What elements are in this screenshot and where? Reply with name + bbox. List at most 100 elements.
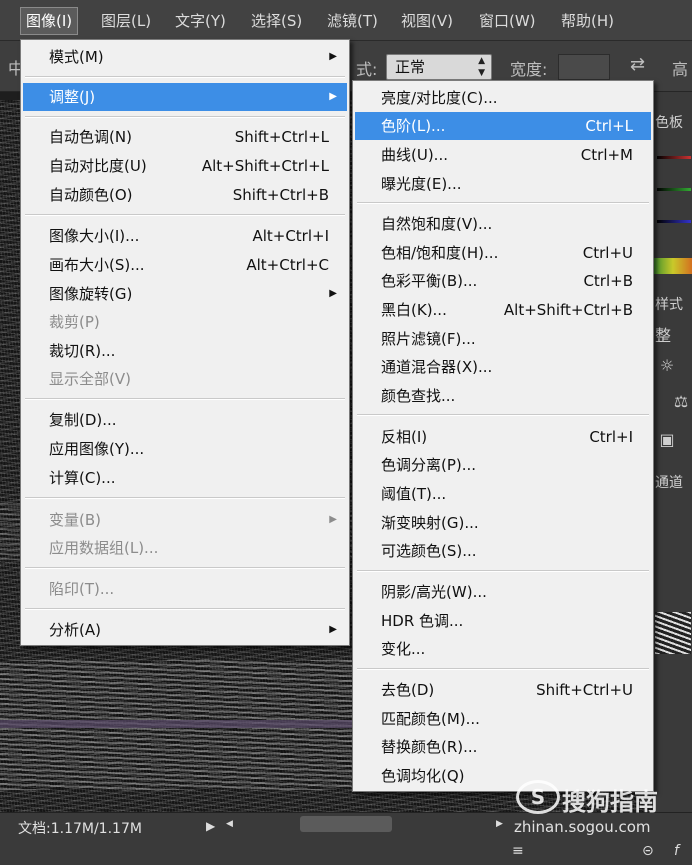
tab-swatches[interactable]: 色板 — [655, 112, 683, 132]
menu-item-label: 裁剪(P) — [49, 313, 100, 331]
menu-item-auto-contrast[interactable]: 自动对比度(U) Alt+Shift+Ctrl+L — [23, 152, 347, 180]
tab-channels[interactable]: 通道 — [655, 472, 683, 492]
menu-item-auto-tone[interactable]: 自动色调(N) Shift+Ctrl+L — [23, 123, 347, 151]
menu-item-label: 亮度/对比度(C)... — [381, 89, 498, 107]
width-input[interactable] — [558, 54, 610, 80]
menu-item-shortcut: Ctrl+U — [582, 244, 633, 262]
panel-menu-icon[interactable]: ≡ — [512, 843, 524, 859]
brightness-icon[interactable]: ☼ — [657, 356, 677, 376]
menu-item-label: 颜色查找... — [381, 387, 456, 405]
menu-view[interactable]: 视图(V) — [396, 8, 458, 34]
menu-item-exposure[interactable]: 曝光度(E)... — [355, 170, 651, 198]
status-menu-arrow-icon[interactable]: ▶ — [206, 819, 215, 833]
menu-item-shortcut: Alt+Ctrl+I — [252, 227, 329, 245]
menu-item-levels[interactable]: 色阶(L)... Ctrl+L — [355, 112, 651, 140]
menu-item-shortcut: Shift+Ctrl+U — [536, 681, 633, 699]
document-size: 文档:1.17M/1.17M — [18, 821, 142, 837]
menu-item-auto-color[interactable]: 自动颜色(O) Shift+Ctrl+B — [23, 181, 347, 209]
watermark-brand: 搜狗指南 — [562, 788, 658, 816]
menu-item-invert[interactable]: 反相(I) Ctrl+I — [355, 423, 651, 451]
menu-item-desaturate[interactable]: 去色(D) Shift+Ctrl+U — [355, 676, 651, 704]
menu-item-calculations[interactable]: 计算(C)... — [23, 464, 347, 492]
menu-item-mode[interactable]: 模式(M) ▶ — [23, 43, 347, 71]
link-icon[interactable]: ⊝ — [642, 843, 654, 859]
menu-window[interactable]: 窗口(W) — [474, 8, 541, 34]
horizontal-scrollbar-thumb[interactable] — [300, 816, 392, 832]
menu-item-image-rotation[interactable]: 图像旋转(G) ▶ — [23, 280, 347, 308]
menu-item-channel-mixer[interactable]: 通道混合器(X)... — [355, 353, 651, 381]
balance-icon[interactable]: ⚖ — [671, 392, 691, 412]
red-slider[interactable] — [657, 156, 691, 159]
menu-item-label: HDR 色调... — [381, 612, 464, 630]
menu-item-brightness-contrast[interactable]: 亮度/对比度(C)... — [355, 84, 651, 112]
swap-icon[interactable]: ⇄ — [630, 54, 645, 75]
menu-separator — [357, 202, 649, 204]
menu-item-color-balance[interactable]: 色彩平衡(B)... Ctrl+B — [355, 267, 651, 295]
menu-item-gradient-map[interactable]: 渐变映射(G)... — [355, 509, 651, 537]
menu-item-variations[interactable]: 变化... — [355, 635, 651, 663]
menu-item-trim[interactable]: 裁切(R)... — [23, 337, 347, 365]
menu-item-apply-image[interactable]: 应用图像(Y)... — [23, 435, 347, 463]
green-slider[interactable] — [657, 188, 691, 191]
menu-item-shortcut: Alt+Ctrl+C — [246, 256, 329, 274]
menu-help[interactable]: 帮助(H) — [556, 8, 619, 34]
menu-item-label: 阴影/高光(W)... — [381, 583, 487, 601]
menu-image[interactable]: 图像(I) — [20, 7, 79, 35]
menu-filter[interactable]: 滤镜(T) — [322, 8, 383, 34]
layer-thumbnail[interactable] — [655, 612, 691, 654]
menu-item-shortcut: Ctrl+M — [580, 146, 633, 164]
select-arrows-icon: ▲ ▼ — [478, 56, 485, 78]
menu-item-hdr-toning[interactable]: HDR 色调... — [355, 607, 651, 635]
menu-item-photo-filter[interactable]: 照片滤镜(F)... — [355, 325, 651, 353]
menu-item-label: 画布大小(S)... — [49, 256, 145, 274]
menu-bar: 图像(I) 图层(L) 文字(Y) 选择(S) 滤镜(T) 视图(V) 窗口(W… — [0, 0, 692, 41]
menu-item-analysis[interactable]: 分析(A) ▶ — [23, 616, 347, 644]
mode-select-value: 正常 — [395, 58, 426, 76]
menu-item-threshold[interactable]: 阈值(T)... — [355, 480, 651, 508]
scroll-left-icon[interactable]: ◀ — [226, 819, 233, 829]
menu-item-image-size[interactable]: 图像大小(I)... Alt+Ctrl+I — [23, 222, 347, 250]
menu-item-match-color[interactable]: 匹配颜色(M)... — [355, 705, 651, 733]
menu-item-shadows-highlights[interactable]: 阴影/高光(W)... — [355, 578, 651, 606]
menu-item-shortcut: Shift+Ctrl+L — [234, 128, 329, 146]
menu-layer[interactable]: 图层(L) — [96, 8, 156, 34]
menu-type[interactable]: 文字(Y) — [170, 8, 231, 34]
menu-item-label: 调整(J) — [49, 88, 96, 106]
menu-item-label: 变量(B) — [49, 511, 101, 529]
menu-item-color-lookup[interactable]: 颜色查找... — [355, 382, 651, 410]
color-ramp[interactable] — [653, 258, 692, 274]
menu-item-label: 匹配颜色(M)... — [381, 710, 480, 728]
scroll-right-icon[interactable]: ▶ — [496, 819, 503, 829]
submenu-arrow-icon: ▶ — [329, 51, 337, 62]
menu-item-curves[interactable]: 曲线(U)... Ctrl+M — [355, 141, 651, 169]
fx-icon[interactable]: f — [674, 843, 679, 859]
menu-item-label: 分析(A) — [49, 621, 101, 639]
menu-item-selective-color[interactable]: 可选颜色(S)... — [355, 537, 651, 565]
menu-separator — [25, 608, 345, 610]
menu-select[interactable]: 选择(S) — [246, 8, 307, 34]
right-panel: 色板 样式 整 ☼ ⚖ ▣ 通道 — [652, 92, 692, 812]
photo-filter-icon[interactable]: ▣ — [657, 430, 677, 450]
menu-item-label: 图像大小(I)... — [49, 227, 140, 245]
menu-item-label: 反相(I) — [381, 428, 428, 446]
menu-separator — [25, 398, 345, 400]
sogou-logo-icon: S — [516, 780, 560, 814]
blue-slider[interactable] — [657, 220, 691, 223]
menu-item-black-white[interactable]: 黑白(K)... Alt+Shift+Ctrl+B — [355, 296, 651, 324]
menu-item-hue-saturation[interactable]: 色相/饱和度(H)... Ctrl+U — [355, 239, 651, 267]
menu-item-replace-color[interactable]: 替换颜色(R)... — [355, 733, 651, 761]
menu-item-trap: 陷印(T)... — [23, 575, 347, 603]
menu-item-duplicate[interactable]: 复制(D)... — [23, 406, 347, 434]
menu-item-label: 色调分离(P)... — [381, 456, 477, 474]
menu-item-posterize[interactable]: 色调分离(P)... — [355, 451, 651, 479]
menu-item-label: 自动色调(N) — [49, 128, 132, 146]
menu-item-adjust[interactable]: 调整(J) ▶ — [23, 83, 347, 111]
menu-item-canvas-size[interactable]: 画布大小(S)... Alt+Ctrl+C — [23, 251, 347, 279]
menu-item-vibrance[interactable]: 自然饱和度(V)... — [355, 210, 651, 238]
menu-item-label: 色相/饱和度(H)... — [381, 244, 499, 262]
menu-item-label: 通道混合器(X)... — [381, 358, 493, 376]
tab-styles[interactable]: 样式 — [655, 294, 683, 314]
menu-item-shortcut: Ctrl+B — [583, 272, 633, 290]
menu-item-label: 曲线(U)... — [381, 146, 448, 164]
mode-select[interactable]: 正常 ▲ ▼ — [386, 54, 492, 80]
